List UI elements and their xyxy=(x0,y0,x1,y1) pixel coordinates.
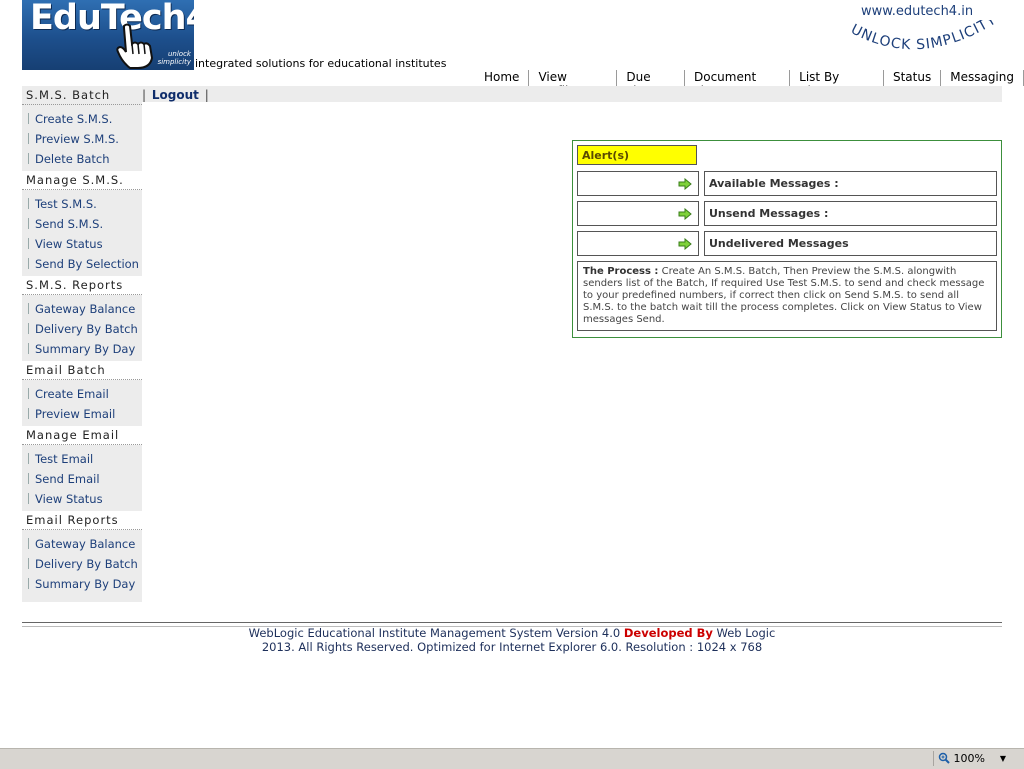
logo-tagline: unlock simplicity xyxy=(158,50,191,66)
sidebar-item-summary-by-day[interactable]: Summary By Day xyxy=(22,339,142,359)
nav-home[interactable]: Home xyxy=(478,70,530,86)
sidebar-item-create-sms[interactable]: Create S.M.S. xyxy=(22,109,142,129)
sidebar-section-sms-batch: Create S.M.S. Preview S.M.S. Delete Batc… xyxy=(22,105,142,171)
undelivered-messages-count xyxy=(577,231,699,256)
sidebar-item-send-email[interactable]: Send Email xyxy=(22,469,142,489)
sidebar-section-manage-email: Test Email Send Email View Status xyxy=(22,445,142,511)
sidebar-section-manage-sms: Test S.M.S. Send S.M.S. View Status Send… xyxy=(22,190,142,276)
available-messages-count xyxy=(577,171,699,196)
pointing-hand-icon xyxy=(116,23,154,69)
footer-product: WebLogic Educational Institute Managemen… xyxy=(248,626,621,640)
logout-link[interactable]: Logout xyxy=(150,88,201,102)
sidebar-item-gateway-balance[interactable]: Gateway Balance xyxy=(22,299,142,319)
unsend-messages-label: Unsend Messages : xyxy=(704,201,997,226)
footer-line1: WebLogic Educational Institute Managemen… xyxy=(0,626,1024,640)
sidebar-item-preview-email[interactable]: Preview Email xyxy=(22,404,142,424)
footer-line2: 2013. All Rights Reserved. Optimized for… xyxy=(261,640,763,654)
arrow-right-icon[interactable] xyxy=(678,238,692,250)
zoom-icon xyxy=(938,752,950,764)
undelivered-messages-label: Undelivered Messages xyxy=(704,231,997,256)
sidebar-item-create-email[interactable]: Create Email xyxy=(22,384,142,404)
sidebar-heading-email-batch: Email Batch xyxy=(22,361,142,380)
logout-area: | Logout | xyxy=(142,88,209,102)
sidebar-heading-sms-batch: S.M.S. Batch xyxy=(22,86,142,105)
nav-list-by-class[interactable]: List By Class xyxy=(790,70,884,98)
logo-tag-line1: unlock xyxy=(167,50,191,58)
sidebar-item-email-gateway-balance[interactable]: Gateway Balance xyxy=(22,534,142,554)
sidebar-heading-manage-sms: Manage S.M.S. xyxy=(22,171,142,190)
sidebar-item-preview-sms[interactable]: Preview S.M.S. xyxy=(22,129,142,149)
site-url[interactable]: www.edutech4.in xyxy=(861,4,973,19)
process-label: The Process : xyxy=(583,266,659,277)
browser-status-bar: 100% ▼ xyxy=(0,748,1024,769)
sidebar-item-email-summary-by-day[interactable]: Summary By Day xyxy=(22,574,142,594)
nav-view-profile[interactable]: View Profile xyxy=(529,70,618,98)
sidebar-item-email-delivery-by-batch[interactable]: Delivery By Batch xyxy=(22,554,142,574)
nav-due-list[interactable]: Due List xyxy=(617,70,685,98)
sidebar-section-email-reports: Gateway Balance Delivery By Batch Summar… xyxy=(22,530,142,596)
sidebar-item-send-by-selection[interactable]: Send By Selection xyxy=(22,254,142,274)
alerts-panel: Alert(s) Available Messages : Unsend Mes… xyxy=(572,140,1002,338)
sidebar-item-test-sms[interactable]: Test S.M.S. xyxy=(22,194,142,214)
slogan-text: UNLOCK SIMPLICITY xyxy=(848,20,998,53)
arrow-right-icon[interactable] xyxy=(678,208,692,220)
logo: EduTech4 unlock simplicity xyxy=(22,0,194,70)
slogan-textpath: UNLOCK SIMPLICITY xyxy=(848,20,998,53)
nav-status[interactable]: Status xyxy=(884,70,942,86)
footer: WebLogic Educational Institute Managemen… xyxy=(0,626,1024,654)
sidebar-item-delivery-by-batch[interactable]: Delivery By Batch xyxy=(22,319,142,339)
nav-messaging[interactable]: Messaging xyxy=(941,70,1024,86)
sidebar-item-view-status[interactable]: View Status xyxy=(22,234,142,254)
svg-text:UNLOCK SIMPLICITY: UNLOCK SIMPLICITY xyxy=(848,20,998,53)
sidebar-heading-email-reports: Email Reports xyxy=(22,511,142,530)
sidebar-item-send-sms[interactable]: Send S.M.S. xyxy=(22,214,142,234)
sidebar-item-delete-batch[interactable]: Delete Batch xyxy=(22,149,142,169)
top-navigation: Home View Profile Due List Document List… xyxy=(478,70,1024,98)
arrow-right-icon[interactable] xyxy=(678,178,692,190)
sidebar-section-email-batch: Create Email Preview Email xyxy=(22,380,142,426)
process-description: The Process : Create An S.M.S. Batch, Th… xyxy=(577,261,997,331)
footer-company: Web Logic xyxy=(716,626,776,640)
chevron-down-icon[interactable]: ▼ xyxy=(1000,751,1006,766)
unsend-messages-count xyxy=(577,201,699,226)
nav-document-list[interactable]: Document List xyxy=(685,70,791,98)
sidebar-section-sms-reports: Gateway Balance Delivery By Batch Summar… xyxy=(22,295,142,361)
logo-tag-line2: simplicity xyxy=(157,58,191,66)
zoom-level: 100% xyxy=(953,752,985,765)
sidebar: S.M.S. Batch Create S.M.S. Preview S.M.S… xyxy=(22,86,142,602)
zoom-control[interactable]: 100% ▼ xyxy=(933,751,1010,766)
sidebar-heading-sms-reports: S.M.S. Reports xyxy=(22,276,142,295)
sidebar-item-view-status-email[interactable]: View Status xyxy=(22,489,142,509)
available-messages-label: Available Messages : xyxy=(704,171,997,196)
sidebar-item-test-email[interactable]: Test Email xyxy=(22,449,142,469)
alerts-title: Alert(s) xyxy=(577,145,697,165)
sidebar-heading-manage-email: Manage Email xyxy=(22,426,142,445)
footer-developed-by: Developed By xyxy=(623,626,713,640)
site-tagline: integrated solutions for educational ins… xyxy=(195,57,447,70)
sidebar-bottom xyxy=(22,596,142,602)
